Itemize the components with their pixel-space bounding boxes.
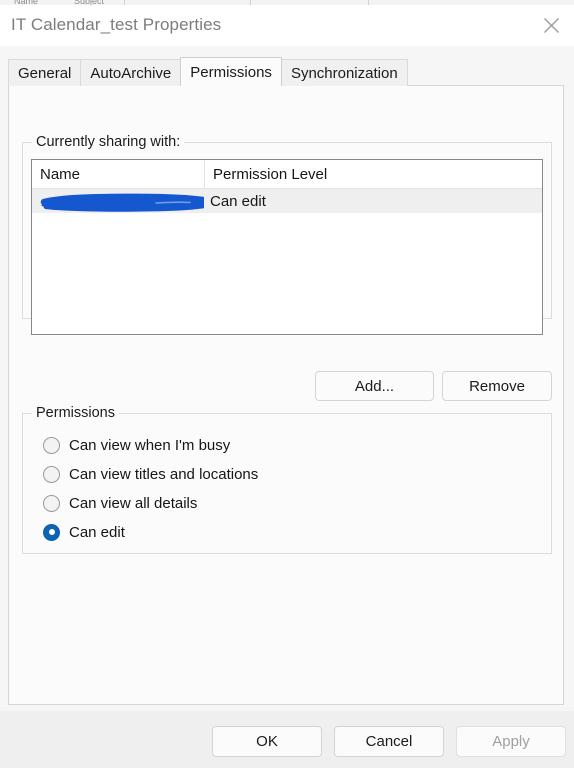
radio-can-view-when-busy[interactable]: Can view when I'm busy <box>43 434 230 456</box>
radio-label: Can view when I'm busy <box>69 436 231 454</box>
ok-button[interactable]: OK <box>212 726 322 757</box>
tab-synchronization[interactable]: Synchronization <box>280 59 408 86</box>
list-header-row: Name Permission Level <box>32 160 542 189</box>
cell-permission-level: Can edit <box>210 192 266 210</box>
tab-strip: General AutoArchive Permissions Synchron… <box>8 57 408 86</box>
tab-label: Permissions <box>190 63 272 81</box>
cancel-button[interactable]: Cancel <box>334 726 444 757</box>
currently-sharing-legend: Currently sharing with: <box>32 134 185 150</box>
title-bar: IT Calendar_test Properties <box>0 5 574 46</box>
column-header-name[interactable]: Name <box>32 160 204 188</box>
sharing-list[interactable]: Name Permission Level Can edit <box>31 159 543 335</box>
radio-can-view-all-details[interactable]: Can view all details <box>43 492 197 514</box>
dialog-body: General AutoArchive Permissions Synchron… <box>0 46 574 711</box>
add-button[interactable]: Add... <box>315 371 434 401</box>
permissions-group: Permissions Can view when I'm busy Can v… <box>22 405 552 554</box>
dialog-footer: OK Cancel Apply <box>0 711 574 768</box>
radio-can-view-titles-and-locations[interactable]: Can view titles and locations <box>43 463 258 485</box>
apply-button: Apply <box>456 726 566 757</box>
tab-label: Synchronization <box>290 64 398 82</box>
permissions-legend: Permissions <box>32 405 119 421</box>
tab-autoarchive[interactable]: AutoArchive <box>80 59 182 86</box>
radio-icon-selected <box>43 523 60 541</box>
redaction-mark <box>38 190 204 212</box>
dialog-title: IT Calendar_test Properties <box>11 15 222 34</box>
radio-label: Can edit <box>69 523 125 541</box>
radio-icon <box>43 494 60 512</box>
close-icon <box>543 17 560 34</box>
tab-permissions[interactable]: Permissions <box>180 57 282 86</box>
tab-general[interactable]: General <box>8 59 82 86</box>
close-button[interactable] <box>528 5 574 46</box>
radio-label: Can view titles and locations <box>69 465 259 483</box>
radio-label: Can view all details <box>69 494 198 512</box>
tab-content-panel: Currently sharing with: Name Permission … <box>8 85 564 705</box>
column-header-permission-level[interactable]: Permission Level <box>204 160 542 188</box>
radio-icon <box>43 436 60 454</box>
radio-icon <box>43 465 60 483</box>
tab-label: General <box>18 64 72 82</box>
cell-name <box>32 189 204 213</box>
remove-button[interactable]: Remove <box>442 371 552 401</box>
tab-label: AutoArchive <box>90 64 172 82</box>
table-row[interactable]: Can edit <box>32 189 542 213</box>
radio-can-edit[interactable]: Can edit <box>43 521 125 543</box>
